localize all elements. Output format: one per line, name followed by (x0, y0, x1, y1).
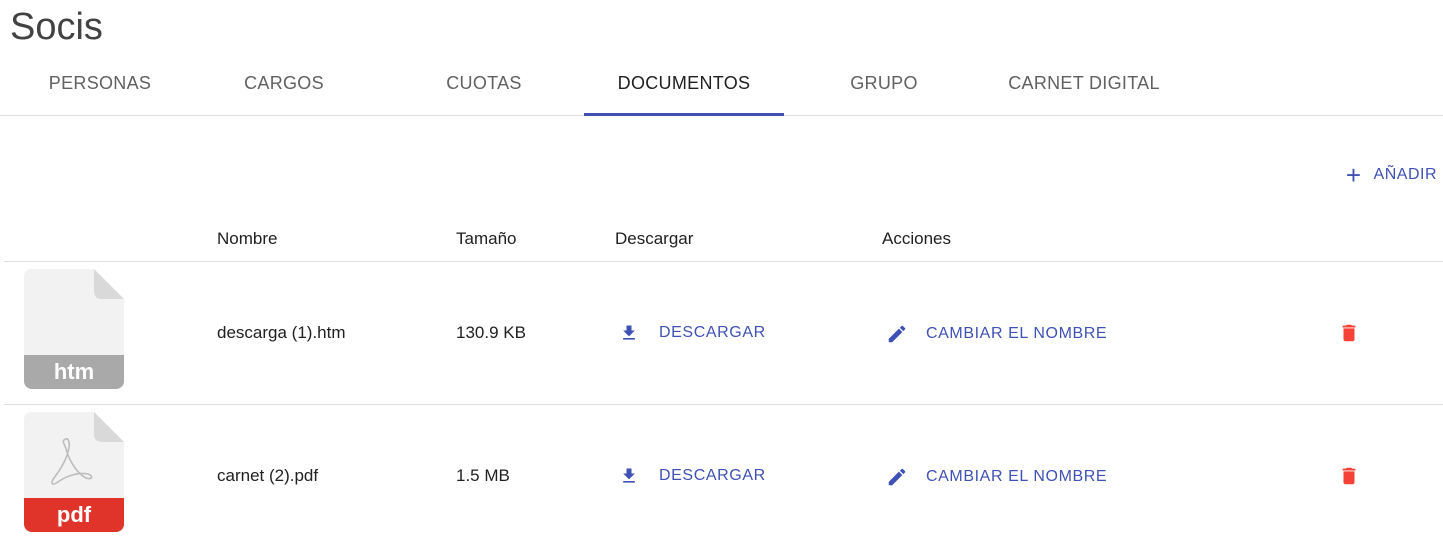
plus-icon: + (1345, 160, 1362, 190)
page: Socis PERSONAS CARGOS CUOTAS DOCUMENTOS … (0, 0, 1443, 546)
pdf-file-icon: pdf (24, 412, 124, 532)
table-header: Nombre Tamaño Descargar Acciones (4, 214, 1443, 262)
add-button[interactable]: + AÑADIR (1346, 160, 1437, 190)
tab-grupo[interactable]: GRUPO (784, 52, 984, 115)
file-name: carnet (2).pdf (217, 466, 319, 485)
tab-cargos[interactable]: CARGOS (184, 52, 384, 115)
file-size: 1.5 MB (456, 466, 510, 485)
download-label: DESCARGAR (659, 467, 766, 484)
file-size: 130.9 KB (456, 323, 526, 342)
pencil-icon (886, 323, 908, 345)
htm-file-icon: htm (24, 269, 124, 389)
table-row: htm descarga (1).htm 130.9 KB DESCARGAR … (4, 262, 1443, 405)
add-button-label: AÑADIR (1373, 166, 1437, 183)
download-button[interactable]: DESCARGAR (619, 466, 766, 486)
file-type-badge: htm (24, 355, 124, 389)
rename-label: CAMBIAR EL NOMBRE (926, 325, 1108, 342)
trash-icon[interactable] (1338, 465, 1360, 492)
download-icon (619, 323, 639, 343)
rename-button[interactable]: CAMBIAR EL NOMBRE (886, 323, 1107, 345)
header-download: Descargar (615, 229, 694, 248)
trash-icon[interactable] (1338, 322, 1360, 349)
pencil-icon (886, 466, 908, 488)
download-label: DESCARGAR (659, 324, 766, 341)
table-row: pdf carnet (2).pdf 1.5 MB DESCARGAR CAMB… (4, 405, 1443, 546)
tab-bar: PERSONAS CARGOS CUOTAS DOCUMENTOS GRUPO … (0, 52, 1443, 116)
header-actions: Acciones (882, 229, 951, 248)
rename-label: CAMBIAR EL NOMBRE (926, 468, 1108, 485)
header-name: Nombre (217, 229, 278, 248)
tab-documentos[interactable]: DOCUMENTOS (584, 52, 784, 116)
documents-table: Nombre Tamaño Descargar Acciones htm des… (4, 214, 1443, 546)
download-icon (619, 466, 639, 486)
tab-personas[interactable]: PERSONAS (0, 52, 200, 115)
tab-cuotas[interactable]: CUOTAS (384, 52, 584, 115)
header-size: Tamaño (456, 229, 517, 248)
rename-button[interactable]: CAMBIAR EL NOMBRE (886, 466, 1107, 488)
page-title: Socis (10, 6, 103, 48)
file-type-badge: pdf (24, 498, 124, 532)
file-name: descarga (1).htm (217, 323, 346, 342)
download-button[interactable]: DESCARGAR (619, 323, 766, 343)
tab-carnet-digital[interactable]: CARNET DIGITAL (984, 52, 1184, 115)
